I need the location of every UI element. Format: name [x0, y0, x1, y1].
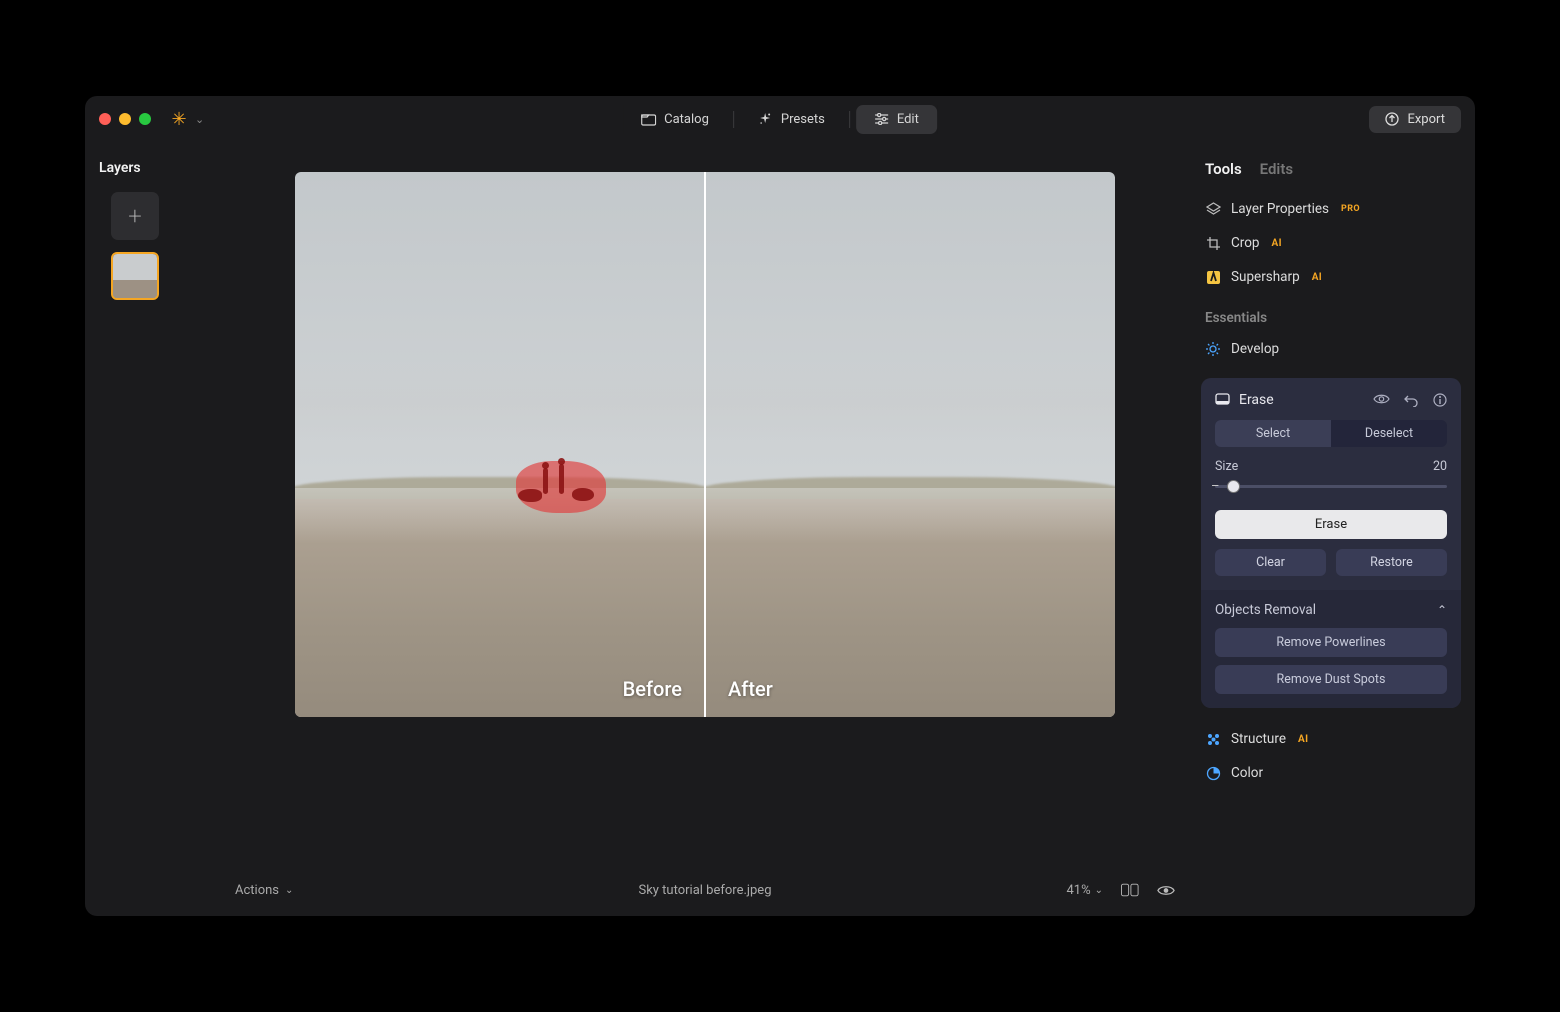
tool-label: Develop — [1231, 341, 1279, 357]
develop-icon — [1205, 341, 1221, 357]
erase-button[interactable]: Erase — [1215, 510, 1447, 539]
bottom-bar: Actions ⌄ Sky tutorial before.jpeg 41% ⌄ — [215, 864, 1195, 916]
fullscreen-window-button[interactable] — [139, 113, 151, 125]
minus-icon: – — [1211, 479, 1220, 494]
mode-deselect[interactable]: Deselect — [1331, 420, 1447, 447]
tool-color[interactable]: Color — [1201, 756, 1461, 790]
layers-heading: Layers — [97, 152, 203, 180]
close-window-button[interactable] — [99, 113, 111, 125]
preview-toggle-icon[interactable] — [1157, 883, 1175, 897]
zoom-control[interactable]: 41% ⌄ — [1066, 883, 1103, 898]
remove-powerlines-button[interactable]: Remove Powerlines — [1215, 628, 1447, 657]
sliders-icon — [874, 112, 889, 126]
main-body: Layers + — [85, 142, 1475, 916]
layers-sidebar: Layers + — [85, 142, 215, 916]
app-menu-chevron-icon[interactable]: ⌄ — [195, 113, 204, 126]
tab-edit[interactable]: Edit — [856, 105, 937, 134]
after-label: After — [728, 677, 773, 701]
tab-edit-label: Edit — [897, 112, 919, 127]
tool-layer-properties[interactable]: Layer Properties PRO — [1201, 192, 1461, 226]
slider-thumb[interactable] — [1227, 480, 1240, 493]
supersharp-icon — [1205, 269, 1221, 285]
objects-removal-section: Objects Removal ⌃ Remove Powerlines Remo… — [1201, 590, 1461, 708]
compare-view: Before After — [295, 172, 1115, 717]
tab-presets-label: Presets — [781, 112, 825, 127]
size-label: Size — [1215, 459, 1238, 474]
erase-icon — [1215, 393, 1230, 407]
restore-button[interactable]: Restore — [1336, 549, 1447, 576]
erase-panel: Erase Select — [1201, 378, 1461, 708]
before-label: Before — [623, 677, 682, 701]
erase-header[interactable]: Erase — [1201, 388, 1461, 420]
mode-select[interactable]: Select — [1215, 420, 1331, 447]
actions-menu[interactable]: Actions ⌄ — [235, 883, 293, 898]
after-pane[interactable]: After — [706, 172, 1115, 717]
layers-icon — [1205, 201, 1221, 217]
tab-edits[interactable]: Edits — [1260, 160, 1293, 178]
crop-icon — [1205, 235, 1221, 251]
color-icon — [1205, 765, 1221, 781]
tool-supersharp[interactable]: Supersharp AI — [1201, 260, 1461, 294]
add-layer-button[interactable]: + — [111, 192, 159, 240]
remove-dust-button[interactable]: Remove Dust Spots — [1215, 665, 1447, 694]
divider — [849, 111, 850, 128]
tool-label: Crop — [1231, 235, 1260, 251]
tool-label: Structure — [1231, 731, 1286, 747]
visibility-icon[interactable] — [1373, 393, 1390, 407]
objects-removal-label: Objects Removal — [1215, 602, 1316, 618]
before-pane[interactable]: Before — [295, 172, 706, 717]
erase-mask-overlay — [516, 461, 606, 513]
thumb-sand — [113, 280, 157, 298]
compare-toggle-icon[interactable] — [1121, 883, 1139, 897]
size-slider: Size 20 – — [1201, 459, 1461, 500]
divider — [733, 111, 734, 128]
tool-structure[interactable]: Structure AI — [1201, 722, 1461, 756]
chevron-down-icon: ⌄ — [1095, 885, 1103, 896]
filename-label: Sky tutorial before.jpeg — [638, 883, 771, 898]
tab-tools[interactable]: Tools — [1205, 160, 1242, 178]
tab-catalog-label: Catalog — [664, 112, 709, 127]
ai-badge: AI — [1298, 734, 1308, 745]
app-logo-icon — [169, 109, 189, 129]
info-icon[interactable] — [1433, 393, 1447, 407]
ai-badge: AI — [1272, 238, 1282, 249]
clear-button[interactable]: Clear — [1215, 549, 1326, 576]
window-controls — [99, 113, 151, 125]
viewport: Before After — [215, 142, 1195, 864]
structure-icon — [1205, 731, 1221, 747]
size-value: 20 — [1433, 459, 1447, 474]
canvas-area: Before After Actions ⌄ — [215, 142, 1195, 916]
section-essentials: Essentials — [1201, 294, 1461, 332]
minimize-window-button[interactable] — [119, 113, 131, 125]
app-window: ⌄ Catalog Presets Edit — [85, 96, 1475, 916]
chevron-down-icon: ⌄ — [285, 885, 293, 896]
erase-title: Erase — [1239, 392, 1274, 408]
sparkle-icon — [758, 112, 773, 126]
ai-badge: AI — [1312, 272, 1322, 283]
objects-removal-header[interactable]: Objects Removal ⌃ — [1215, 602, 1447, 618]
tool-label: Layer Properties — [1231, 201, 1329, 217]
size-slider-track[interactable]: – — [1215, 478, 1447, 494]
tool-label: Supersharp — [1231, 269, 1300, 285]
tab-presets[interactable]: Presets — [740, 105, 843, 134]
actions-label: Actions — [235, 883, 279, 898]
erase-mode-segment: Select Deselect — [1215, 420, 1447, 447]
titlebar: ⌄ Catalog Presets Edit — [85, 96, 1475, 142]
export-label: Export — [1407, 112, 1445, 127]
export-button[interactable]: Export — [1369, 106, 1461, 133]
mode-switcher: Catalog Presets Edit — [623, 105, 937, 134]
tool-develop[interactable]: Develop — [1201, 332, 1461, 366]
right-panel: Tools Edits Layer Properties PRO Crop AI — [1195, 142, 1475, 916]
layer-thumbnail[interactable] — [111, 252, 159, 300]
undo-icon[interactable] — [1404, 393, 1419, 407]
folder-icon — [641, 112, 656, 126]
chevron-up-icon: ⌃ — [1437, 603, 1447, 617]
upload-icon — [1385, 112, 1399, 126]
tool-label: Color — [1231, 765, 1263, 781]
zoom-value: 41% — [1066, 883, 1090, 898]
tab-catalog[interactable]: Catalog — [623, 105, 727, 134]
right-tabs: Tools Edits — [1201, 152, 1461, 192]
tool-crop[interactable]: Crop AI — [1201, 226, 1461, 260]
pro-badge: PRO — [1341, 204, 1360, 214]
